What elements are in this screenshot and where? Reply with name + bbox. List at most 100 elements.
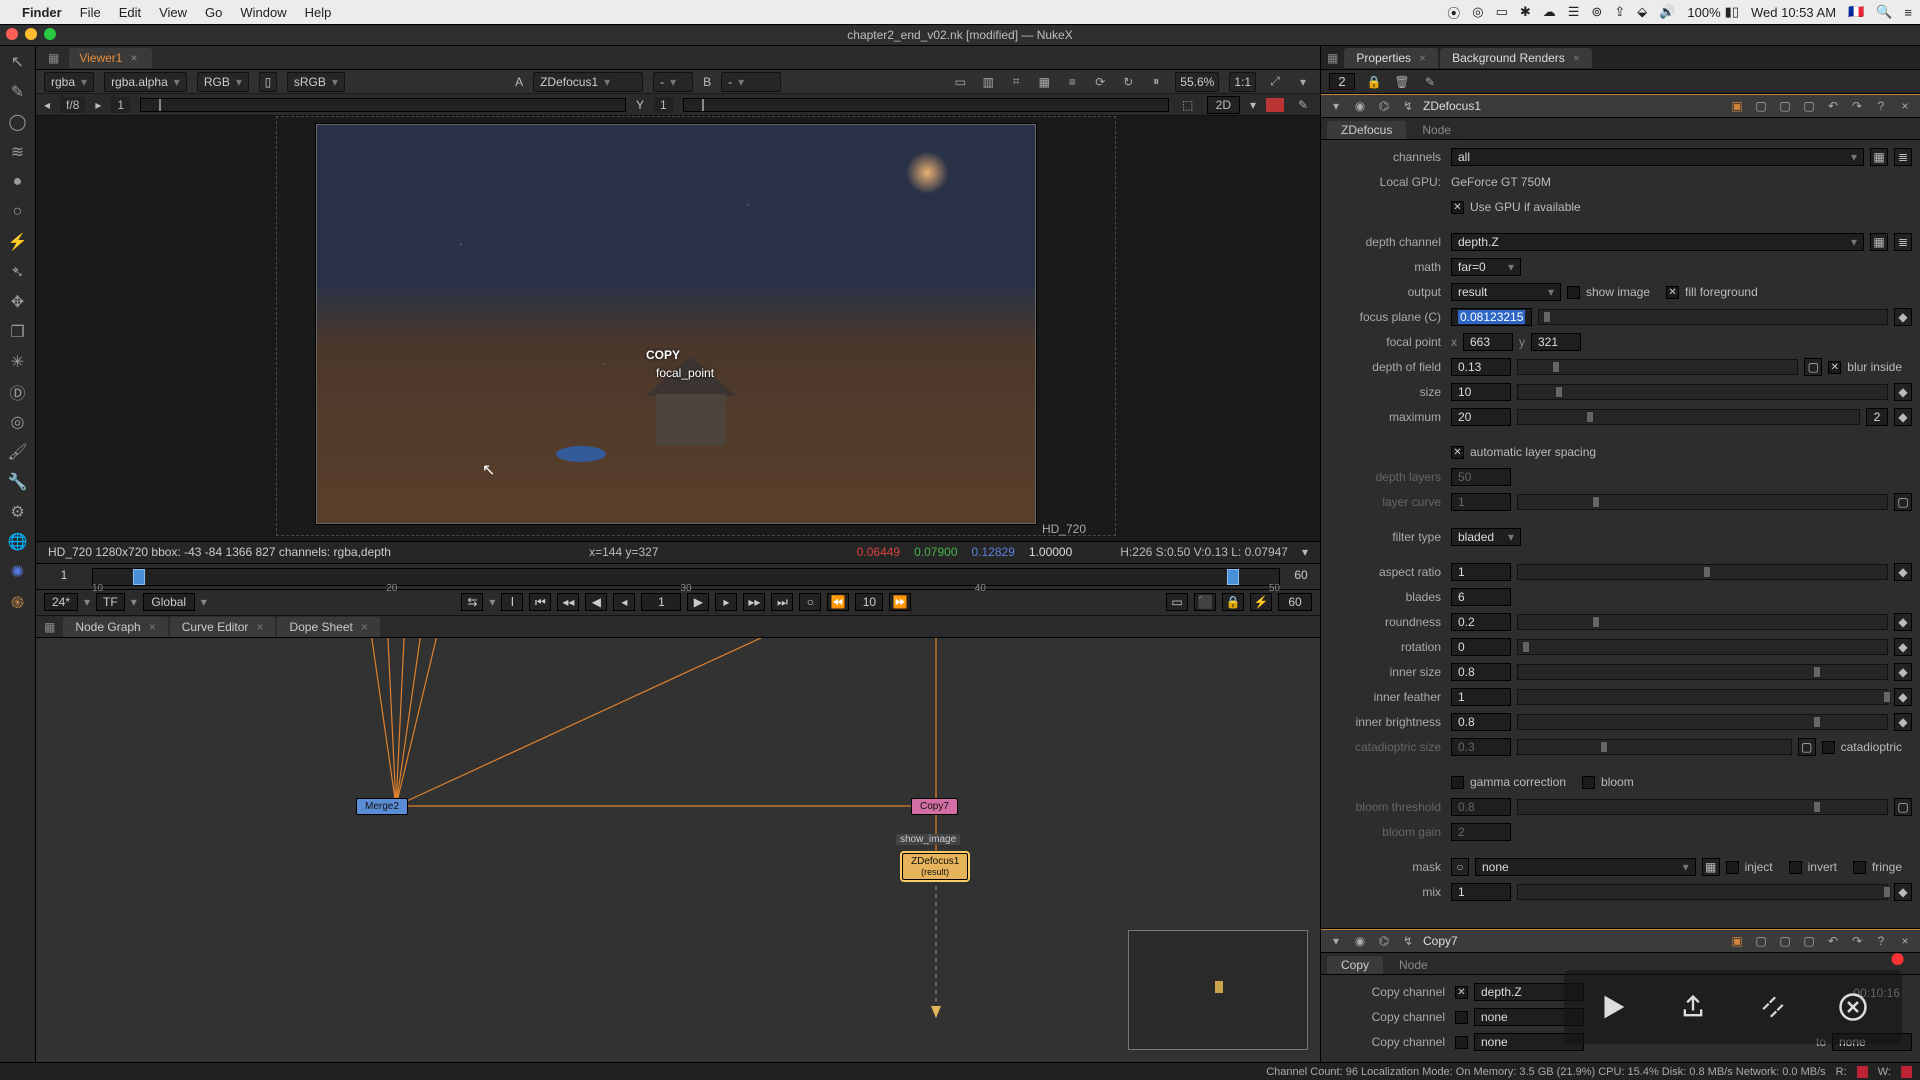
- menu-window[interactable]: Window: [240, 5, 286, 20]
- use-gpu-check[interactable]: [1451, 201, 1464, 214]
- tab-zdefocus[interactable]: ZDefocus: [1327, 121, 1406, 139]
- close-icon[interactable]: ×: [1573, 51, 1580, 65]
- node-zdefocus[interactable]: ZDefocus1 (result): [902, 853, 968, 880]
- play-button[interactable]: [1590, 984, 1636, 1030]
- zoom-ratio[interactable]: 1:1: [1229, 72, 1256, 92]
- node-name[interactable]: Copy7: [1423, 934, 1722, 948]
- show-image-check[interactable]: [1567, 286, 1580, 299]
- tab-properties[interactable]: Properties×: [1344, 48, 1438, 68]
- filter-type-select[interactable]: bladed▾: [1451, 528, 1521, 546]
- tool-cube-icon[interactable]: ❐: [8, 322, 28, 342]
- aspect-field[interactable]: 1: [1451, 563, 1511, 581]
- crop-icon[interactable]: ⬚: [1179, 96, 1197, 114]
- mix-slider[interactable]: [1517, 884, 1888, 900]
- active-app[interactable]: Finder: [22, 5, 62, 20]
- focus-plane-slider[interactable]: [1538, 309, 1888, 325]
- gamma-ruler[interactable]: [683, 98, 1169, 112]
- swatch-button[interactable]: ▯: [259, 72, 277, 92]
- tab-bg-renders[interactable]: Background Renders×: [1440, 48, 1592, 68]
- output-select[interactable]: result▾: [1451, 283, 1561, 301]
- mask-select[interactable]: none▾: [1475, 858, 1696, 876]
- close-tab-icon[interactable]: ×: [130, 51, 137, 65]
- tab-node[interactable]: Node: [1385, 956, 1442, 974]
- dup-icon[interactable]: ▢: [1776, 932, 1794, 950]
- size-field[interactable]: 10: [1451, 383, 1511, 401]
- ibright-field[interactable]: 0.8: [1451, 713, 1511, 731]
- dof-slider[interactable]: [1517, 359, 1798, 375]
- viewer-viewport[interactable]: COPY focal_point ↖ HD_720: [36, 116, 1320, 542]
- prev-icon[interactable]: ◂: [44, 98, 50, 112]
- size-slider[interactable]: [1517, 384, 1888, 400]
- volume-icon[interactable]: 🔊: [1659, 4, 1675, 20]
- float-icon[interactable]: ▢: [1752, 97, 1770, 115]
- viewer-grid-icon[interactable]: ▦: [1035, 73, 1053, 91]
- menubar-icon[interactable]: ◎: [1472, 4, 1483, 20]
- auto-layer-check[interactable]: [1451, 446, 1464, 459]
- menubar-cloud-icon[interactable]: ☁: [1543, 4, 1556, 20]
- link-field[interactable]: 2: [1866, 408, 1888, 426]
- anim-icon[interactable]: ◆: [1894, 383, 1912, 401]
- b-input-select[interactable]: -▾: [721, 72, 781, 92]
- pencil-icon[interactable]: ✎: [1294, 96, 1312, 114]
- pin-icon[interactable]: ▣: [1728, 97, 1746, 115]
- menu-help[interactable]: Help: [305, 5, 332, 20]
- invert-check[interactable]: [1789, 861, 1802, 874]
- timeline-end[interactable]: 60: [1284, 568, 1318, 582]
- viewer-more-icon[interactable]: ▾: [1294, 73, 1312, 91]
- channel-rgba-icon[interactable]: ▦: [1870, 148, 1888, 166]
- tool-atom-icon[interactable]: ✺: [8, 562, 28, 582]
- tool-pen-icon[interactable]: ✎: [8, 82, 28, 102]
- panel-menu-icon[interactable]: ▦: [48, 51, 59, 65]
- viewer-reset-icon[interactable]: ⤢: [1266, 73, 1284, 91]
- dof-sq-icon[interactable]: ▢: [1804, 358, 1822, 376]
- minimize-window[interactable]: [25, 28, 37, 40]
- viewer-refresh-icon[interactable]: ⟳: [1091, 73, 1109, 91]
- rot-field[interactable]: 0: [1451, 638, 1511, 656]
- anim-icon[interactable]: ◆: [1894, 308, 1912, 326]
- cc1-enable[interactable]: [1455, 986, 1468, 999]
- battery-status[interactable]: 100% ▮▯: [1687, 4, 1739, 20]
- gain-ruler[interactable]: [140, 98, 626, 112]
- chevron-down-icon[interactable]: ▾: [1327, 932, 1345, 950]
- round-slider[interactable]: [1517, 614, 1888, 630]
- tool-circle-icon[interactable]: ◯: [8, 112, 28, 132]
- collapse-button[interactable]: [1750, 984, 1796, 1030]
- anim-icon[interactable]: ▢: [1894, 798, 1912, 816]
- close-icon[interactable]: ×: [256, 620, 263, 634]
- node-tree-icon[interactable]: ⌬: [1375, 97, 1393, 115]
- undo-icon[interactable]: ↶: [1824, 932, 1842, 950]
- menubar-icon[interactable]: ☰: [1568, 4, 1580, 20]
- close-icon[interactable]: ×: [361, 620, 368, 634]
- tool-swirl-icon[interactable]: ֍: [8, 592, 28, 612]
- panel-menu-icon[interactable]: ▦: [44, 620, 55, 637]
- dd-icon[interactable]: ▾: [84, 595, 90, 609]
- fstop[interactable]: f/8: [60, 97, 85, 113]
- focus-plane-field[interactable]: 0.08123215: [1451, 308, 1532, 326]
- out-point-handle[interactable]: [1227, 569, 1239, 585]
- bthresh-slider[interactable]: [1517, 799, 1888, 815]
- ifeather-slider[interactable]: [1517, 689, 1888, 705]
- help-icon[interactable]: ?: [1872, 932, 1890, 950]
- math-select[interactable]: far=0▾: [1451, 258, 1521, 276]
- menu-go[interactable]: Go: [205, 5, 222, 20]
- dd-icon[interactable]: ▾: [1250, 98, 1256, 112]
- anim-icon[interactable]: ◆: [1894, 408, 1912, 426]
- anim-icon[interactable]: ◆: [1894, 713, 1912, 731]
- tool-bolt-icon[interactable]: ⚡: [8, 232, 28, 252]
- viewer-mode[interactable]: 2D: [1207, 96, 1240, 114]
- round-field[interactable]: 0.2: [1451, 613, 1511, 631]
- fringe-check[interactable]: [1853, 861, 1866, 874]
- trash-icon[interactable]: 🗑: [1393, 73, 1411, 91]
- anim-icon[interactable]: ◆: [1894, 563, 1912, 581]
- cata-slider[interactable]: [1517, 739, 1792, 755]
- float-icon[interactable]: ▢: [1752, 932, 1770, 950]
- pencil-icon[interactable]: ✎: [1421, 73, 1439, 91]
- anim-icon[interactable]: ◆: [1894, 638, 1912, 656]
- redo-icon[interactable]: ↷: [1848, 97, 1866, 115]
- tool-brush-icon[interactable]: 🖌: [8, 442, 28, 462]
- cata-check[interactable]: [1822, 741, 1835, 754]
- anim-icon[interactable]: ◆: [1894, 688, 1912, 706]
- timeline-start[interactable]: 1: [44, 568, 84, 582]
- menubar-icon[interactable]: ⊚: [1591, 4, 1602, 20]
- out-frame[interactable]: 60: [1278, 593, 1312, 611]
